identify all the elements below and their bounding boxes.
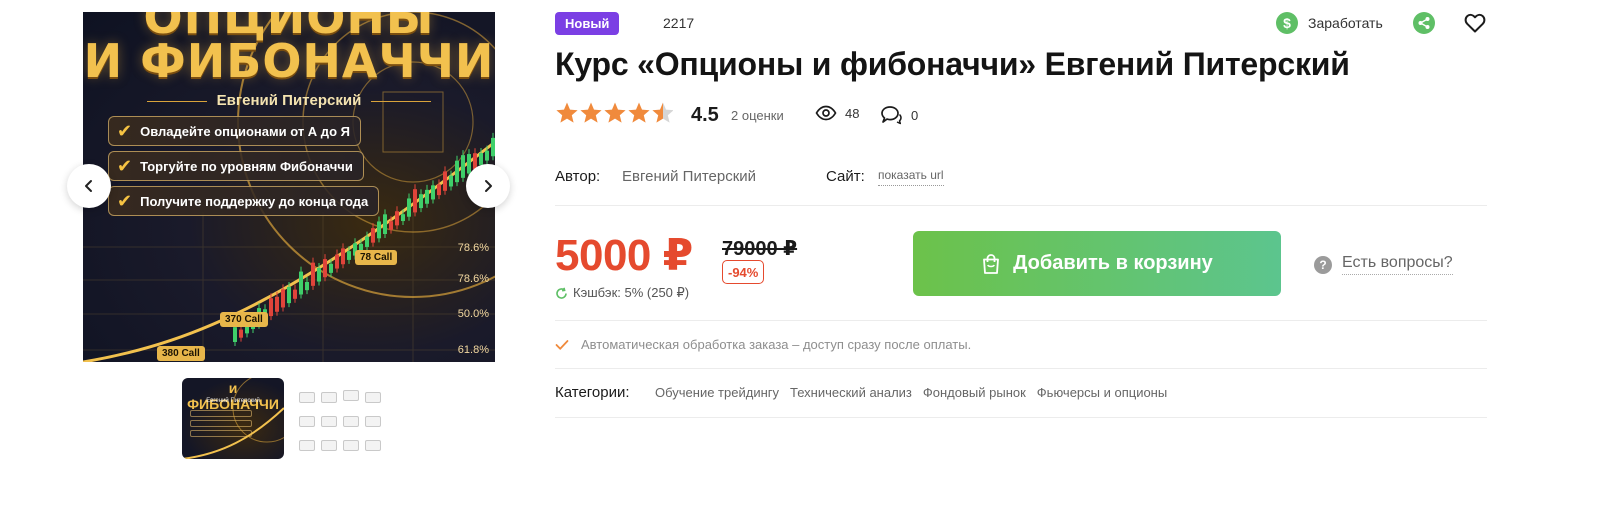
discount-badge: -94% (722, 260, 765, 284)
thumbnail-chart (182, 378, 284, 459)
earn-label: Заработать (1308, 15, 1383, 31)
old-price: 79000 ₽ (722, 238, 798, 260)
current-price: 5000 ₽ (555, 231, 693, 280)
favorite-button[interactable] (1463, 11, 1487, 35)
category-link[interactable]: Фьючерсы и опционы (1037, 385, 1167, 400)
category-link[interactable]: Обучение трейдингу (655, 385, 779, 400)
new-badge: Новый (555, 12, 620, 35)
refresh-icon (556, 287, 567, 299)
eye-icon (815, 105, 837, 121)
cashback-text: Кэшбэк: 5% (250 ₽) (573, 285, 690, 300)
cashback-info: Кэшбэк: 5% (250 ₽) (555, 285, 689, 301)
divider (555, 417, 1487, 418)
image-bullet: ✔ Торгуйте по уровням Фибоначчи (108, 151, 364, 181)
heart-icon (1464, 13, 1486, 33)
questions-label: Есть вопросы? (1342, 254, 1453, 275)
divider (555, 205, 1487, 206)
views-counter: 48 (815, 105, 859, 121)
check-icon: ✔ (117, 190, 133, 211)
dollar-coin-icon: $ (1276, 12, 1298, 34)
chevron-right-icon (485, 180, 492, 192)
fib-level: 78.6% (457, 242, 489, 254)
fib-level: 78.6% (457, 273, 489, 285)
call-label: 380 Call (157, 346, 205, 361)
product-page: ОПЦИОНЫ И ФИБОНАЧЧИ Евгений Питерский ✔ О… (0, 0, 1600, 505)
star-icons (556, 102, 673, 123)
views-count: 48 (845, 105, 860, 121)
comments-icon (881, 106, 902, 125)
check-icon: ✔ (117, 155, 133, 176)
divider (555, 368, 1487, 369)
add-to-cart-label: Добавить в корзину (1013, 252, 1213, 274)
site-label: Сайт: (826, 168, 865, 185)
question-icon: ? (1314, 255, 1332, 274)
product-sku: 2217 (663, 15, 695, 31)
categories-label: Категории: (555, 384, 630, 401)
questions-link[interactable]: ? Есть вопросы? (1314, 254, 1453, 275)
rating-value: 4.5 (691, 104, 719, 126)
divider (555, 320, 1487, 321)
call-label: 78 Call (355, 250, 398, 265)
auto-processing-text: Автоматическая обработка заказа – доступ… (581, 337, 972, 352)
check-icon: ✔ (117, 120, 133, 141)
categories-list: Обучение трейдингу Технический анализ Фо… (655, 385, 1167, 400)
fib-level: 50.0% (457, 308, 489, 320)
check-icon (555, 339, 569, 350)
shopping-bag-icon (983, 253, 1000, 274)
image-author: Евгений Питерский (83, 92, 495, 109)
add-to-cart-button[interactable]: Добавить в корзину (913, 231, 1281, 296)
author-link[interactable]: Евгений Питерский (622, 168, 756, 185)
comments-count: 0 (911, 107, 919, 123)
author-label: Автор: (555, 168, 601, 185)
call-label: 370 Call (220, 312, 268, 327)
fib-level: 61.8% (457, 344, 489, 356)
image-bullet: ✔ Получите поддержку до конца года (108, 186, 380, 216)
rating-count[interactable]: 2 оценки (731, 108, 784, 123)
thumbnail-2[interactable] (297, 378, 399, 459)
image-title-line2: И ФИБОНАЧЧИ (83, 34, 495, 88)
product-title: Курс «Опционы и фибоначчи» Евгений Питер… (555, 46, 1350, 82)
auto-processing-note: Автоматическая обработка заказа – доступ… (555, 337, 971, 352)
earn-button[interactable]: $ Заработать (1276, 12, 1383, 34)
category-link[interactable]: Технический анализ (790, 385, 912, 400)
category-link[interactable]: Фондовый рынок (923, 385, 1026, 400)
rating-stars (555, 101, 673, 125)
gallery-next-button[interactable] (466, 164, 510, 208)
chevron-left-icon (85, 180, 92, 192)
comments-counter[interactable]: 0 (880, 105, 918, 125)
share-button[interactable] (1413, 12, 1435, 34)
show-url-link[interactable]: показать url (878, 168, 944, 186)
share-icon (1418, 17, 1430, 29)
product-main-image[interactable]: ОПЦИОНЫ И ФИБОНАЧЧИ Евгений Питерский ✔ О… (83, 12, 495, 362)
thumbnail-1[interactable]: и ФИБОНАЧЧИ Евгений Питерский (182, 378, 284, 459)
gallery-prev-button[interactable] (67, 164, 111, 208)
image-bullet: ✔ Овладейте опционами от А до Я (108, 116, 361, 146)
